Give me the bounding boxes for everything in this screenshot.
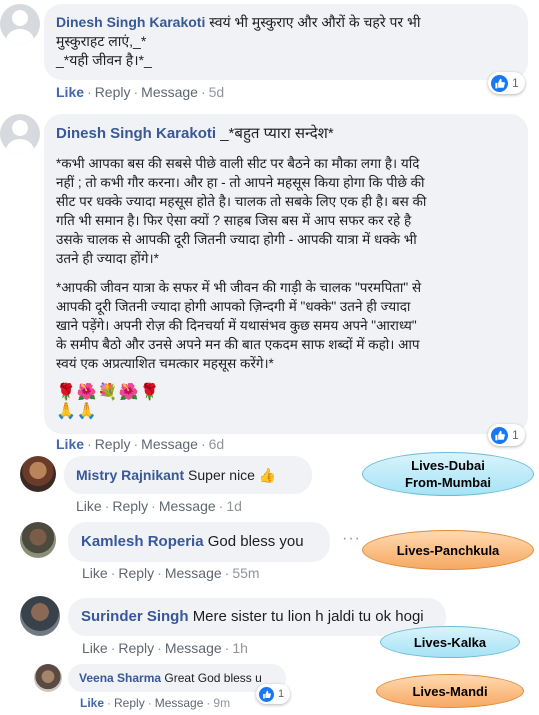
text-line: *आपकी जीवन यात्रा के सफर में भी जीवन की … xyxy=(56,280,422,295)
text-line: उतने ही ज्यादा होंगे।* xyxy=(56,251,159,266)
reply-author[interactable]: Mistry Rajnikant xyxy=(76,467,184,483)
reply-text: Mere sister tu lion h jaldi tu ok hogi xyxy=(192,608,424,625)
reaction-count[interactable]: 1 xyxy=(488,424,525,446)
avatar[interactable] xyxy=(0,4,40,44)
avatar[interactable] xyxy=(0,114,40,154)
message-button[interactable]: Message xyxy=(159,498,216,514)
message-button[interactable]: Message xyxy=(165,565,222,581)
reply-actions: Like · Reply · Message · 55m xyxy=(82,565,260,581)
like-reaction-icon xyxy=(259,686,274,702)
reply-text: God bless you xyxy=(207,533,304,550)
reaction-count-text: 1 xyxy=(278,688,285,700)
timestamp[interactable]: 6d xyxy=(209,436,225,452)
reply-button[interactable]: Reply xyxy=(95,84,131,100)
timestamp[interactable]: 9m xyxy=(213,696,230,710)
reaction-count[interactable]: 1 xyxy=(256,684,291,704)
comment-text: मुस्कुराहट लाएं,_* xyxy=(56,33,147,49)
comment-actions: Like · Reply · Message · 5d xyxy=(56,84,225,100)
reply-author[interactable]: Veena Sharma xyxy=(79,671,161,685)
reply-actions: Like · Reply · Message · 9m xyxy=(80,696,231,710)
avatar[interactable] xyxy=(20,522,56,558)
message-button[interactable]: Message xyxy=(141,84,198,100)
comment-actions: Like · Reply · Message · 6d xyxy=(56,436,225,452)
more-options-icon[interactable]: ··· xyxy=(342,530,361,548)
like-button[interactable]: Like xyxy=(82,565,108,581)
reaction-count[interactable]: 1 xyxy=(488,72,525,94)
text-line: उसके चालक से आपकी दूरी जितनी ज्यादा होगी… xyxy=(56,232,417,247)
like-reaction-icon xyxy=(491,74,508,92)
reaction-count-text: 1 xyxy=(512,76,519,90)
like-button[interactable]: Like xyxy=(82,640,108,656)
reply-author[interactable]: Kamlesh Roperia xyxy=(81,533,204,550)
emoji-line: 🙏🙏 xyxy=(56,403,98,420)
text-line: आपकी दूरी जितनी ज्यादा होगी आपको ज़िन्दग… xyxy=(56,299,411,314)
reply-text: Great God bless u xyxy=(164,671,262,685)
annotation-line: Lives-Kalka xyxy=(413,634,487,650)
reply-button[interactable]: Reply xyxy=(95,436,131,452)
text-line: *कभी आपका बस की सबसे पीछे वाली सीट पर बै… xyxy=(56,156,420,171)
comment-text: _*यही जीवन है।*_ xyxy=(56,52,152,68)
timestamp[interactable]: 5d xyxy=(209,84,225,100)
emoji-line: 🌹🌺💐🌺🌹 xyxy=(56,384,161,401)
text-line: सीट पर धक्के ज्यादा महसूस होते है। चालक … xyxy=(56,194,427,209)
reply-bubble: Kamlesh Roperia God bless you xyxy=(68,522,330,562)
message-button[interactable]: Message xyxy=(165,640,222,656)
comment-paragraph: *आपकी जीवन यात्रा के सफर में भी जीवन की … xyxy=(56,278,516,373)
timestamp[interactable]: 1d xyxy=(226,498,242,514)
reply-actions: Like · Reply · Message · 1d xyxy=(76,498,242,514)
annotation-line: Lives-Panchkula xyxy=(396,542,500,558)
location-annotation: Lives-Panchkula xyxy=(362,530,534,570)
annotation-line: Lives-Dubai xyxy=(411,458,485,473)
reaction-count-text: 1 xyxy=(512,428,519,442)
annotation-line: From-Mumbai xyxy=(405,475,491,490)
text-line: खाने पड़ेंगे। अपनी रोज़ की दिनचर्या में … xyxy=(56,318,417,333)
text-line: नहीं ; तो कभी गौर करना। और हा - तो आपने … xyxy=(56,175,425,190)
reply-button[interactable]: Reply xyxy=(118,640,154,656)
reply-bubble: Veena Sharma Great God bless u xyxy=(68,664,286,692)
reply-button[interactable]: Reply xyxy=(118,565,154,581)
comment-author[interactable]: Dinesh Singh Karakoti xyxy=(56,14,205,30)
location-annotation: Lives-Dubai From-Mumbai xyxy=(362,452,534,496)
avatar[interactable] xyxy=(20,456,56,492)
text-line: गति भी समान है। फिर ऐसा क्यों ? साहब जिस… xyxy=(56,213,412,228)
comment-bubble: Dinesh Singh Karakoti _*बहुत प्यारा सन्द… xyxy=(44,114,528,434)
avatar[interactable] xyxy=(34,664,62,692)
comment-paragraph: *कभी आपका बस की सबसे पीछे वाली सीट पर बै… xyxy=(56,154,516,268)
reply-text: Super nice 👍 xyxy=(188,467,277,483)
comment-text: _*बहुत प्यारा सन्देश* xyxy=(220,125,334,142)
reply-bubble: Mistry Rajnikant Super nice 👍 xyxy=(64,456,312,494)
message-button[interactable]: Message xyxy=(155,696,204,710)
comment-bubble: Dinesh Singh Karakoti स्वयं भी मुस्कुराए… xyxy=(44,4,528,80)
text-line: स्वयं एक अप्रत्याशित चमत्कार महसूस करेंग… xyxy=(56,356,274,371)
annotation-line: Lives-Mandi xyxy=(412,683,488,699)
like-reaction-icon xyxy=(491,426,508,444)
like-button[interactable]: Like xyxy=(76,498,102,514)
avatar[interactable] xyxy=(20,596,60,636)
location-annotation: Lives-Mandi xyxy=(376,674,524,708)
reply-button[interactable]: Reply xyxy=(114,696,145,710)
like-button[interactable]: Like xyxy=(80,696,104,710)
reply-button[interactable]: Reply xyxy=(112,498,148,514)
reply-author[interactable]: Surinder Singh xyxy=(81,608,189,625)
reply-actions: Like · Reply · Message · 1h xyxy=(82,640,248,656)
location-annotation: Lives-Kalka xyxy=(380,626,520,658)
like-button[interactable]: Like xyxy=(56,84,84,100)
like-button[interactable]: Like xyxy=(56,436,84,452)
reply-bubble: Surinder Singh Mere sister tu lion h jal… xyxy=(68,598,446,636)
comment-text: स्वयं भी मुस्कुराए और औरों के चहरे पर भी xyxy=(209,14,421,30)
timestamp[interactable]: 55m xyxy=(232,565,259,581)
comment-author[interactable]: Dinesh Singh Karakoti xyxy=(56,125,216,142)
message-button[interactable]: Message xyxy=(141,436,198,452)
text-line: के समीप बैठो और उनसे अपने मन की बात एकदम… xyxy=(56,337,420,352)
timestamp[interactable]: 1h xyxy=(232,640,248,656)
